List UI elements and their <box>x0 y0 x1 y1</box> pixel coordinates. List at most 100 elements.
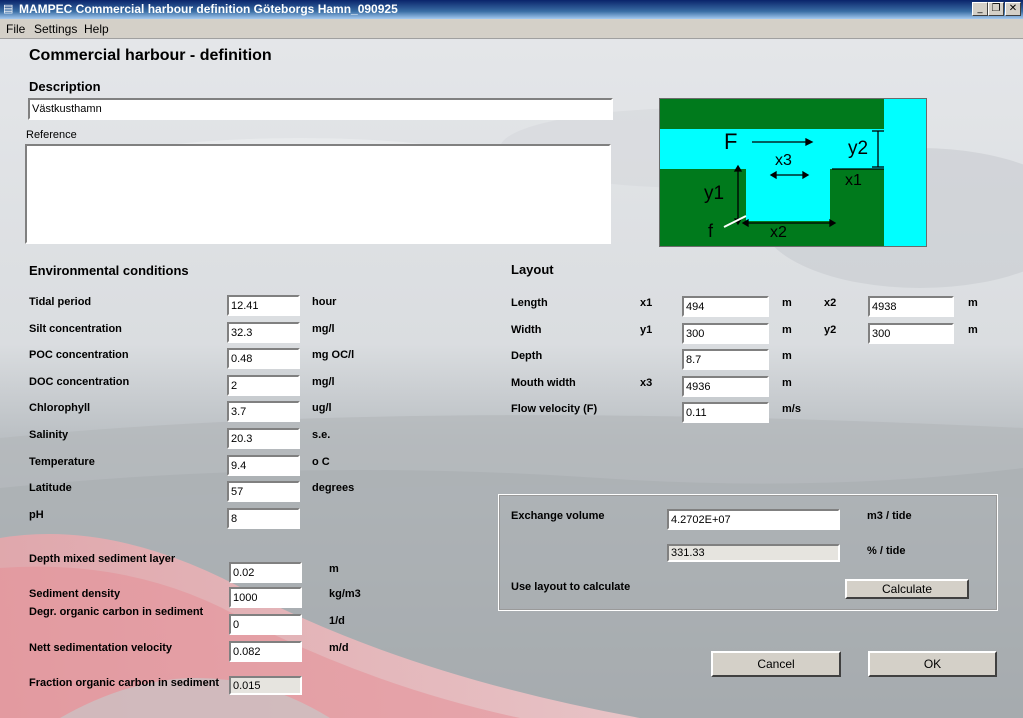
menu-bar: File Settings Help <box>0 19 1023 39</box>
field-unit: m/d <box>329 642 349 654</box>
y1-input[interactable] <box>682 323 769 344</box>
diagram-label-x1: x1 <box>845 172 862 189</box>
field-label: Temperature <box>29 456 95 468</box>
description-label: Description <box>29 79 101 94</box>
x3-unit: m <box>782 377 792 389</box>
silt-concentration-input[interactable] <box>227 322 300 343</box>
reference-label: Reference <box>26 129 77 141</box>
field-label: Latitude <box>29 482 72 494</box>
salinity-input[interactable] <box>227 428 300 449</box>
field-unit: 1/d <box>329 615 345 627</box>
window-title: MAMPEC Commercial harbour definition Göt… <box>19 2 398 16</box>
x1-input[interactable] <box>682 296 769 317</box>
chlorophyll-input[interactable] <box>227 401 300 422</box>
x3-symbol: x3 <box>640 377 653 389</box>
y2-symbol: y2 <box>824 324 837 336</box>
layout-heading: Layout <box>511 262 554 277</box>
title-bar: ▤ MAMPEC Commercial harbour definition G… <box>0 0 1023 19</box>
calculate-button[interactable]: Calculate <box>845 579 969 599</box>
page-title: Commercial harbour - definition <box>29 47 272 64</box>
degr-organic-carbon-input[interactable] <box>229 614 302 635</box>
mouth-width-label: Mouth width <box>511 377 576 389</box>
exchange-volume-label: Exchange volume <box>511 510 605 522</box>
field-label: Salinity <box>29 429 69 441</box>
field-unit: hour <box>312 296 337 308</box>
field-label: Nett sedimentation velocity <box>29 642 173 654</box>
ok-button[interactable]: OK <box>868 651 997 677</box>
field-unit: degrees <box>312 482 355 494</box>
diagram-label-F: F <box>724 129 737 154</box>
field-unit: mg OC/l <box>312 349 355 361</box>
diagram-label-x3: x3 <box>775 152 792 169</box>
field-unit: kg/m3 <box>329 588 361 600</box>
field-label: Degr. organic carbon in sediment <box>29 606 204 618</box>
environmental-conditions-heading: Environmental conditions <box>29 263 189 278</box>
y2-input[interactable] <box>868 323 954 344</box>
depth-label: Depth <box>511 350 543 362</box>
diagram-open-water <box>884 99 926 246</box>
exchange-volume-unit: m3 / tide <box>867 510 912 522</box>
field-label: pH <box>29 509 44 521</box>
y1-unit: m <box>782 324 792 336</box>
harbour-definition-window: ▤ MAMPEC Commercial harbour definition G… <box>0 0 1023 718</box>
length-label: Length <box>511 297 548 309</box>
exchange-percent-output <box>667 544 840 562</box>
field-label: POC concentration <box>29 349 129 361</box>
exchange-volume-input[interactable] <box>667 509 840 530</box>
diagram-basin <box>746 169 830 221</box>
temperature-input[interactable] <box>227 455 300 476</box>
exchange-percent-unit: % / tide <box>867 545 906 557</box>
poc-concentration-input[interactable] <box>227 348 300 369</box>
flow-velocity-label: Flow velocity (F) <box>511 403 598 415</box>
field-label: DOC concentration <box>29 376 130 388</box>
field-unit: s.e. <box>312 429 331 441</box>
field-unit: m <box>329 563 339 575</box>
width-label: Width <box>511 324 542 336</box>
latitude-input[interactable] <box>227 481 300 502</box>
diagram-label-y2: y2 <box>848 138 868 159</box>
harbour-layout-diagram: F y2 x3 x1 y1 f x2 <box>659 98 927 247</box>
depth-input[interactable] <box>682 349 769 370</box>
field-unit: o C <box>312 456 330 468</box>
depth-unit: m <box>782 350 792 362</box>
doc-concentration-input[interactable] <box>227 375 300 396</box>
maximize-icon[interactable]: ❐ <box>988 2 1004 16</box>
ph-input[interactable] <box>227 508 300 529</box>
diagram-label-y1: y1 <box>704 183 724 204</box>
flow-velocity-unit: m/s <box>782 403 801 415</box>
use-layout-label: Use layout to calculate <box>511 581 631 593</box>
field-label: Silt concentration <box>29 323 122 335</box>
sediment-density-input[interactable] <box>229 587 302 608</box>
x1-symbol: x1 <box>640 297 653 309</box>
x2-symbol: x2 <box>824 297 837 309</box>
description-input[interactable] <box>28 98 613 120</box>
reference-textarea[interactable] <box>25 144 611 244</box>
menu-help[interactable]: Help <box>84 22 109 36</box>
y1-symbol: y1 <box>640 324 653 336</box>
fraction-organic-carbon-output <box>229 676 302 695</box>
cancel-button[interactable]: Cancel <box>711 651 841 677</box>
x3-input[interactable] <box>682 376 769 397</box>
field-unit: ug/l <box>312 402 332 414</box>
minimize-icon[interactable]: _ <box>972 2 988 16</box>
field-label: Sediment density <box>29 588 121 600</box>
menu-file[interactable]: File <box>6 22 25 36</box>
y2-unit: m <box>968 324 978 336</box>
field-unit: mg/l <box>312 376 335 388</box>
app-icon: ▤ <box>3 3 14 15</box>
x2-unit: m <box>968 297 978 309</box>
field-label: Tidal period <box>29 296 92 308</box>
diagram-label-x2: x2 <box>770 224 787 241</box>
depth-mixed-layer-input[interactable] <box>229 562 302 583</box>
menu-settings[interactable]: Settings <box>34 22 77 36</box>
tidal-period-input[interactable] <box>227 295 300 316</box>
field-label: Depth mixed sediment layer <box>29 553 176 565</box>
field-label: Fraction organic carbon in sediment <box>29 677 220 689</box>
flow-velocity-input[interactable] <box>682 402 769 423</box>
close-icon[interactable]: ✕ <box>1005 2 1021 16</box>
x2-input[interactable] <box>868 296 954 317</box>
nett-sedimentation-input[interactable] <box>229 641 302 662</box>
field-label: Chlorophyll <box>29 402 91 414</box>
x1-unit: m <box>782 297 792 309</box>
field-unit: mg/l <box>312 323 335 335</box>
